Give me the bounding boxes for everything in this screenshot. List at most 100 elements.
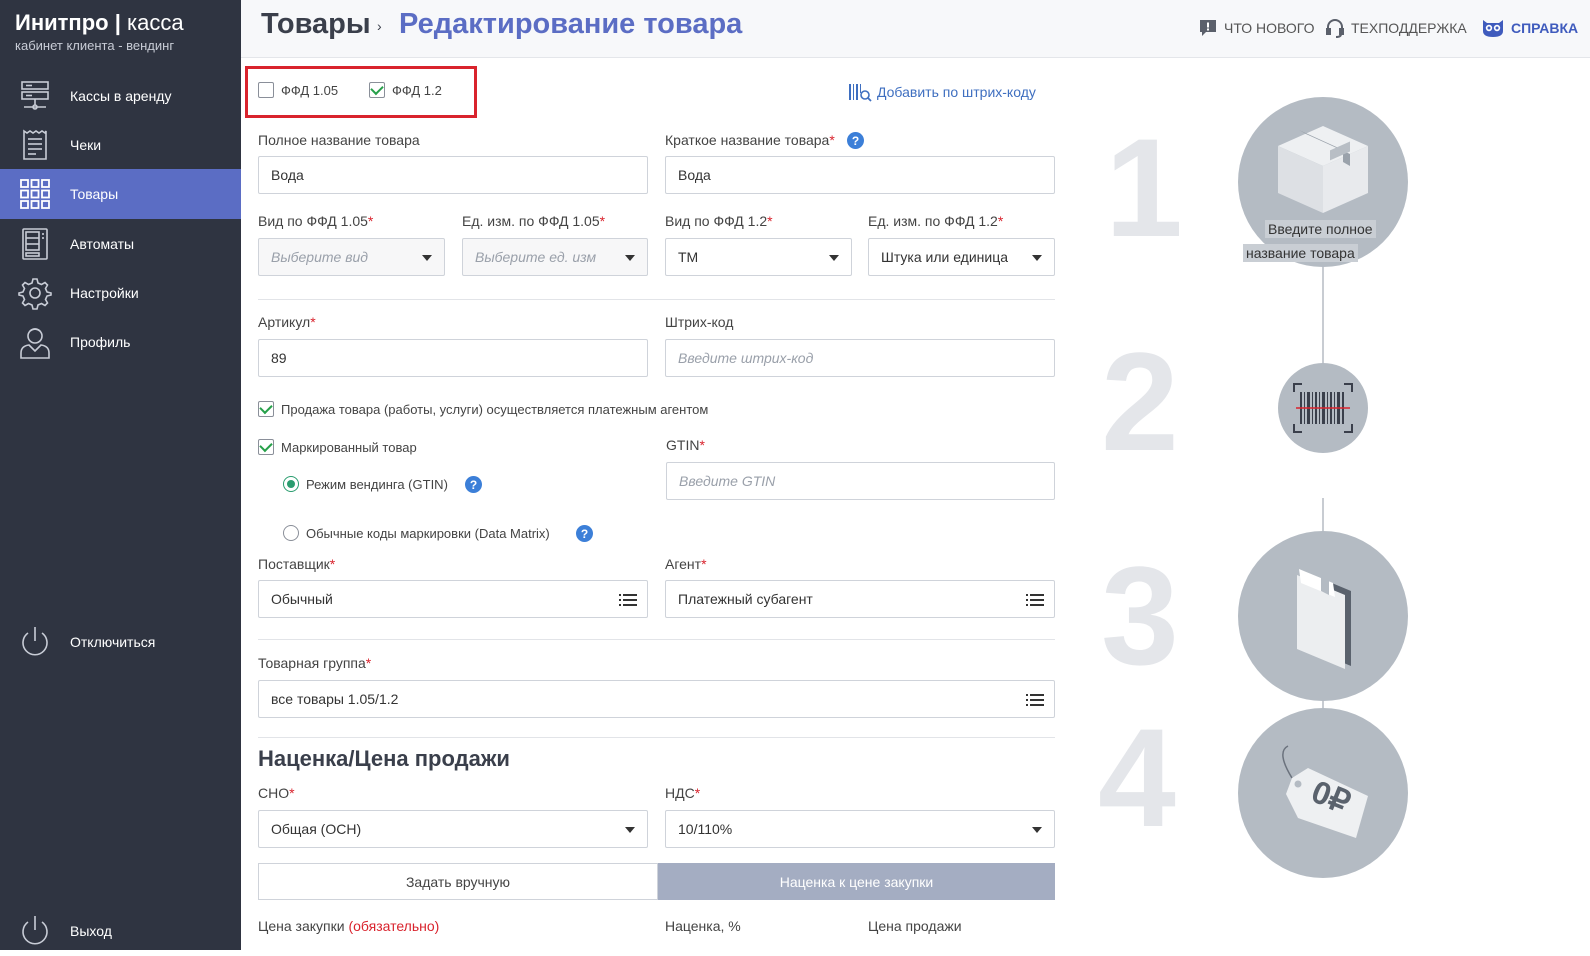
kind12-select[interactable]: ТМ [665,238,852,276]
sidebar-item-label: Профиль [70,334,131,350]
owl-icon [1483,20,1503,37]
gtin-label: GTIN* [666,437,705,453]
barcode-input[interactable]: Введите штрих-код [665,339,1055,377]
gear-icon [17,275,53,311]
add-by-barcode-label: Добавить по штрих-коду [877,84,1036,100]
barcode-scan-icon [1293,383,1353,433]
ffd12-checkbox[interactable] [369,82,385,98]
whats-new-link[interactable]: ЧТО НОВОГО [1198,18,1314,38]
nds-select[interactable]: 10/110% [665,810,1055,848]
short-name-value: Вода [678,167,711,183]
mode-datamatrix-help-icon[interactable]: ? [576,525,593,542]
mode-vending-radio[interactable] [283,476,299,492]
full-name-input[interactable]: Вода [258,156,648,194]
step-number-3: 3 [1101,537,1179,694]
sidebar-item-settings[interactable]: Настройки [0,268,241,318]
add-by-barcode-link[interactable]: Добавить по штрих-коду [848,82,1036,102]
ffd105-checkbox[interactable] [258,82,274,98]
sidebar-item-rent[interactable]: Кассы в аренду [0,71,241,121]
breadcrumb-root[interactable]: Товары [261,8,371,41]
brand-title-light: касса [126,10,184,35]
mode-datamatrix-radio[interactable] [283,525,299,541]
agent-sale-label: Продажа товара (работы, услуги) осуществ… [281,402,709,417]
brand-subtitle: кабинет клиента - вендинг [15,38,175,53]
support-link[interactable]: ТЕХПОДДЕРЖКА [1325,18,1467,38]
disconnect-button[interactable]: Отключиться [0,617,241,667]
unit105-placeholder: Выберите ед. изм [475,249,597,265]
box-icon [1278,126,1368,213]
full-name-value: Вода [271,167,304,183]
sale-price-label: Цена продажи [868,918,962,934]
short-name-help-icon[interactable]: ? [847,132,864,149]
purchase-price-required: (обязательно) [348,918,440,934]
help-link[interactable]: СПРАВКА [1481,18,1578,38]
short-name-label-text: Краткое название товара [665,132,830,148]
mode-vending-help-icon[interactable]: ? [465,476,482,493]
divider [258,299,1055,300]
article-input[interactable]: 89 [258,339,648,377]
chevron-down-icon [1032,255,1042,261]
group-select[interactable]: все товары 1.05/1.2 [258,680,1055,718]
purchase-price-label: Цена закупки (обязательно) [258,918,439,934]
step-1-caption-line1: Введите полное [1265,220,1376,238]
unit12-select[interactable]: Штука или единица [868,238,1055,276]
purchase-price-label-text: Цена закупки [258,918,345,934]
sno-select[interactable]: Общая (ОСН) [258,810,648,848]
barcode-search-icon [849,84,872,102]
article-label: Артикул* [258,314,316,330]
agent-label-text: Агент [665,556,702,572]
full-name-label: Полное название товара [258,132,420,148]
brand-separator: | [114,10,121,35]
page-title: Редактирование товара [399,8,743,40]
group-label-text: Товарная группа [258,655,366,671]
power-icon [17,624,53,660]
gtin-placeholder: Введите GTIN [679,473,776,489]
divider [258,639,1055,640]
breadcrumb-separator: › [377,18,382,34]
tab-markup[interactable]: Наценка к цене закупки [658,863,1055,900]
sidebar-item-receipts[interactable]: Чеки [0,120,241,170]
speech-bubble-icon [1200,20,1216,36]
brand-logo[interactable]: Инитпро | касса кабинет клиента - вендин… [15,10,184,53]
step-number-4: 4 [1098,699,1176,856]
step-number-1: 1 [1105,109,1183,266]
barcode-label-text: Штрих-код [665,314,734,330]
gtin-label-text: GTIN [666,437,700,453]
agent-value: Платежный субагент [678,591,813,607]
user-icon [17,324,53,360]
sidebar-item-profile[interactable]: Профиль [0,317,241,367]
mode-datamatrix-label: Обычные коды маркировки (Data Matrix) [306,526,550,541]
sidebar-item-products[interactable]: Товары [0,169,241,219]
step-3-circle [1238,531,1408,701]
kind105-select[interactable]: Выберите вид [258,238,445,276]
agent-sale-checkbox[interactable] [258,401,274,417]
unit12-label-text: Ед. изм. по ФФД 1.2 [868,213,998,229]
tab-manual[interactable]: Задать вручную [258,863,658,900]
main-content: ФФД 1.05 ФФД 1.2 Добавить по штрих-коду … [241,58,1590,950]
folder-icon [1297,569,1351,669]
sidebar-item-machines[interactable]: Автоматы [0,219,241,269]
logout-button[interactable]: Выход [0,906,241,956]
nds-label-text: НДС [665,785,695,801]
article-value: 89 [271,350,287,366]
kind12-value: ТМ [678,249,699,265]
tab-markup-label: Наценка к цене закупки [779,873,934,890]
unit105-select[interactable]: Выберите ед. изм [462,238,648,276]
top-bar: Товары › Редактирование товара ЧТО НОВОГ… [241,0,1590,58]
short-name-input[interactable]: Вода [665,156,1055,194]
brand-title: Инитпро [15,10,109,35]
agent-select[interactable]: Платежный субагент [665,580,1055,618]
sno-label: СНО* [258,785,295,801]
article-label-text: Артикул [258,314,311,330]
marked-checkbox[interactable] [258,439,274,455]
supplier-select[interactable]: Обычный [258,580,648,618]
unit12-value: Штука или единица [881,249,1009,265]
step-4-circle: 0₽ [1238,708,1408,878]
kind12-label: Вид по ФФД 1.2* [665,213,773,229]
gtin-input[interactable]: Введите GTIN [666,462,1055,500]
kind105-placeholder: Выберите вид [271,249,369,265]
list-icon [1026,594,1044,606]
kind12-label-text: Вид по ФФД 1.2 [665,213,768,229]
short-name-label: Краткое название товара* [665,132,835,148]
sidebar-item-label: Автоматы [70,236,135,252]
